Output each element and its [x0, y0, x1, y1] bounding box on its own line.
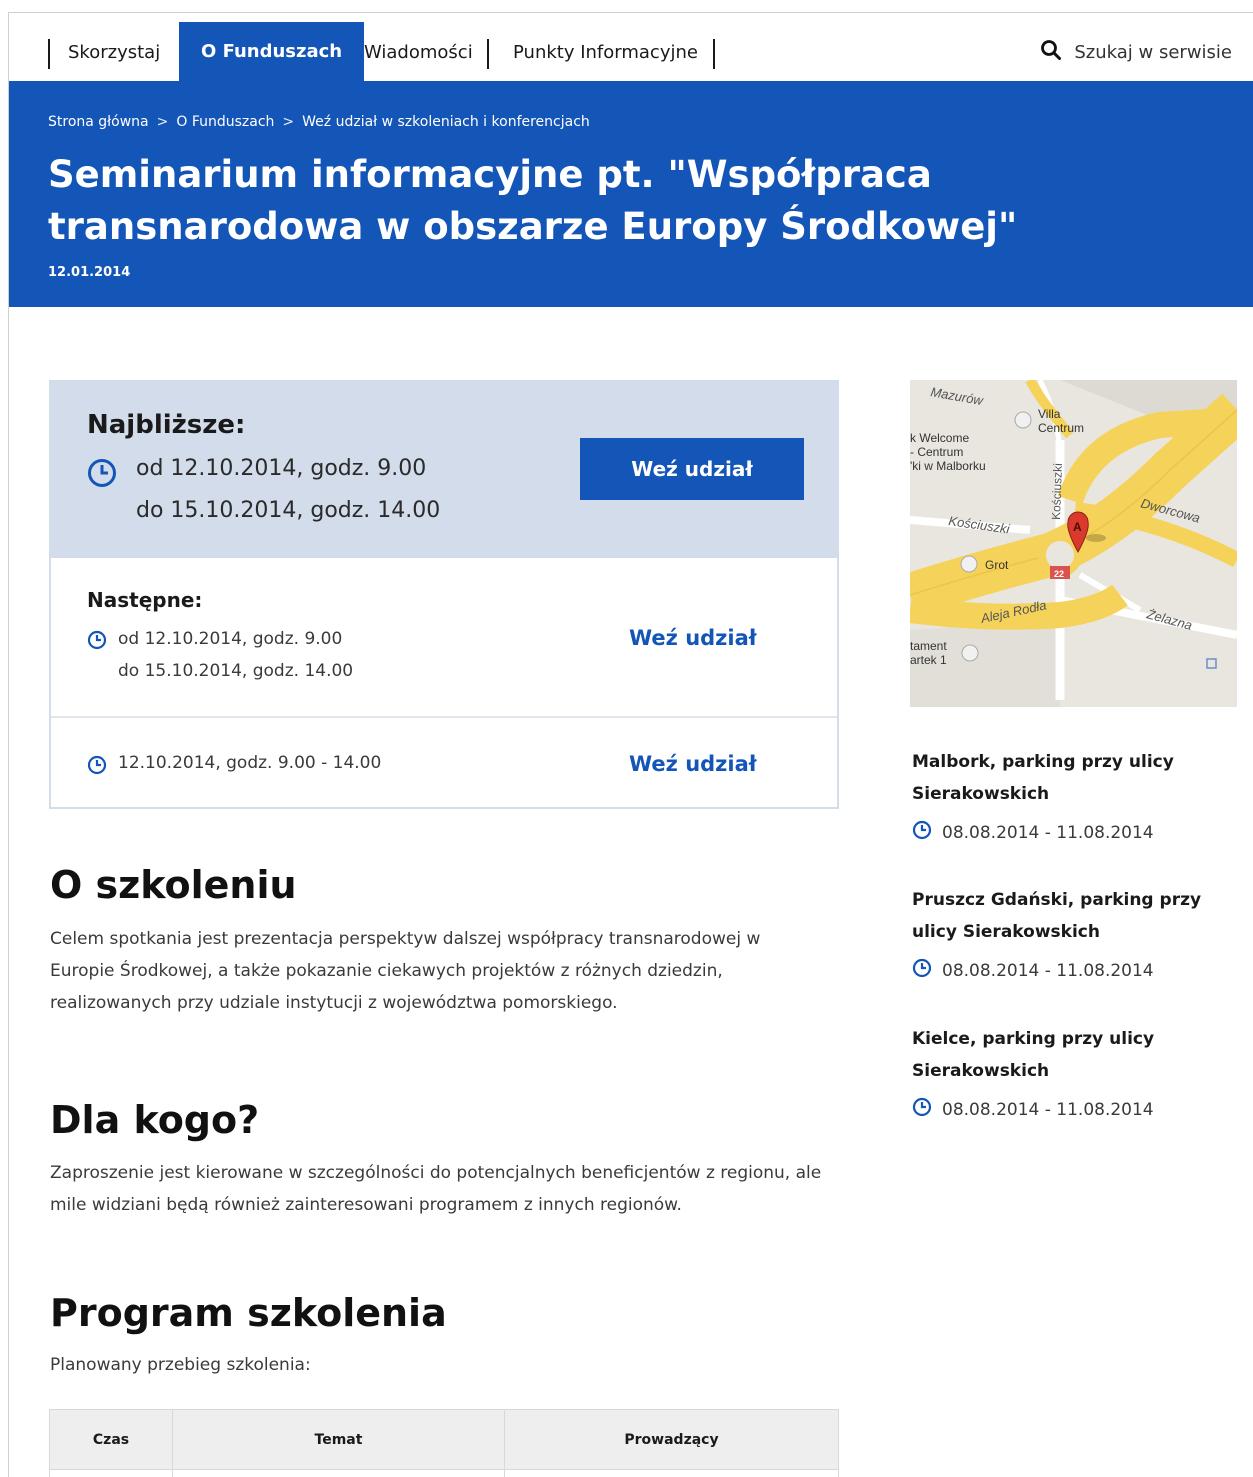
- about-heading: O szkoleniu: [50, 863, 297, 907]
- nav-item-o-funduszach[interactable]: O Funduszach: [179, 22, 365, 81]
- location-item[interactable]: Kielce, parking przy ulicy Sierakowskich…: [912, 1023, 1242, 1122]
- map-label: Centrum: [1038, 421, 1084, 435]
- event-other-time: 12.10.2014, godz. 9.00 - 14.00: [118, 753, 382, 773]
- map-label: 22: [1054, 569, 1064, 579]
- event-next-label: Następne:: [87, 588, 203, 612]
- location-date-text: 08.08.2014 - 11.08.2014: [942, 1099, 1154, 1120]
- map-label: Villa: [1038, 407, 1061, 421]
- breadcrumb-link-home[interactable]: Strona główna: [48, 114, 149, 130]
- nav-item-wiadomosci[interactable]: Wiadomości: [364, 23, 473, 81]
- event-primary-label: Najbliższe:: [87, 410, 246, 440]
- join-link[interactable]: Weź udział: [629, 752, 757, 776]
- clock-icon: [87, 458, 117, 492]
- map-label: Kościuszki: [1049, 463, 1065, 520]
- event-primary-end: do 15.10.2014, godz. 14.00: [136, 498, 441, 523]
- nav-divider: [713, 39, 715, 69]
- table-header-row: Czas Temat Prowadzący: [49, 1409, 839, 1470]
- column-header-temat: Temat: [172, 1409, 505, 1470]
- page-title: Seminarium informacyjne pt. "Współpraca …: [48, 153, 1018, 248]
- breadcrumb-link-szkolenia[interactable]: Weź udział w szkoleniach i konferencjach: [302, 114, 590, 130]
- map-label: 'ki w Malborku: [910, 459, 986, 473]
- page-frame: Skorzystaj O Funduszach Wiadomości Punkt…: [8, 12, 1253, 1477]
- clock-icon: [912, 958, 942, 983]
- map-label: k Welcome: [910, 431, 969, 445]
- nav-divider: [48, 39, 50, 69]
- audience-text: Zaproszenie jest kierowane w szczególnoś…: [50, 1163, 822, 1215]
- top-navigation: Skorzystaj O Funduszach Wiadomości Punkt…: [9, 13, 1253, 81]
- event-primary-start: od 12.10.2014, godz. 9.00: [136, 456, 427, 481]
- location-date-text: 08.08.2014 - 11.08.2014: [942, 822, 1154, 843]
- event-next-end: do 15.10.2014, godz. 14.00: [118, 661, 354, 681]
- join-button[interactable]: Weź udział: [580, 438, 804, 500]
- event-primary: Najbliższe: od 12.10.2014, godz. 9.00 do…: [51, 382, 837, 558]
- events-box: Najbliższe: od 12.10.2014, godz. 9.00 do…: [49, 380, 839, 809]
- location-map[interactable]: Mazurów Villa Centrum k Welcome - Centru…: [910, 380, 1237, 707]
- clock-icon: [87, 755, 107, 779]
- event-next: Następne: od 12.10.2014, godz. 9.00 do 1…: [51, 558, 837, 718]
- map-label: artek 1: [910, 653, 947, 667]
- map-marker-label: A: [1073, 520, 1082, 534]
- column-header-prowadzacy: Prowadzący: [504, 1409, 839, 1470]
- nav-item-skorzystaj[interactable]: Skorzystaj: [68, 23, 160, 81]
- about-text: Celem spotkania jest prezentacja perspek…: [50, 929, 761, 1013]
- search-link[interactable]: Szukaj w serwisie: [1040, 39, 1232, 66]
- clock-icon: [912, 820, 942, 845]
- clock-icon: [912, 1097, 942, 1122]
- location-item[interactable]: Pruszcz Gdański, parking przy ulicy Sier…: [912, 884, 1242, 983]
- breadcrumb-link-o-funduszach[interactable]: O Funduszach: [176, 114, 274, 130]
- search-label: Szukaj w serwisie: [1074, 42, 1232, 63]
- program-table: Czas Temat Prowadzący: [49, 1409, 839, 1477]
- search-icon: [1040, 39, 1074, 66]
- nav-item-punkty-informacyjne[interactable]: Punkty Informacyjne: [513, 23, 698, 81]
- page-date: 12.01.2014: [48, 265, 131, 280]
- program-intro: Planowany przebieg szkolenia:: [50, 1355, 311, 1375]
- join-link[interactable]: Weź udział: [629, 626, 757, 650]
- audience-heading: Dla kogo?: [50, 1098, 260, 1142]
- program-heading: Program szkolenia: [50, 1291, 447, 1335]
- map-label: - Centrum: [910, 445, 963, 459]
- location-item[interactable]: Malbork, parking przy ulicy Sierakowskic…: [912, 746, 1242, 845]
- event-next-start: od 12.10.2014, godz. 9.00: [118, 629, 343, 649]
- location-date: 08.08.2014 - 11.08.2014: [912, 958, 1242, 983]
- map-label: Grot: [985, 558, 1009, 572]
- location-date-text: 08.08.2014 - 11.08.2014: [942, 960, 1154, 981]
- breadcrumb-separator: >: [282, 114, 295, 130]
- map-label: tament: [910, 639, 947, 653]
- hero-banner: Strona główna > O Funduszach > Weź udzia…: [9, 81, 1253, 307]
- nav-divider: [487, 39, 489, 69]
- clock-icon: [87, 630, 107, 654]
- location-title: Malbork, parking przy ulicy Sierakowskic…: [912, 752, 1174, 804]
- breadcrumb-separator: >: [156, 114, 169, 130]
- column-header-czas: Czas: [49, 1409, 173, 1470]
- location-date: 08.08.2014 - 11.08.2014: [912, 820, 1242, 845]
- breadcrumb: Strona główna > O Funduszach > Weź udzia…: [48, 114, 590, 130]
- table-row: [49, 1469, 839, 1477]
- location-title: Pruszcz Gdański, parking przy ulicy Sier…: [912, 890, 1202, 942]
- location-title: Kielce, parking przy ulicy Sierakowskich: [912, 1029, 1155, 1081]
- event-other: 12.10.2014, godz. 9.00 - 14.00 Weź udzia…: [51, 719, 837, 807]
- location-date: 08.08.2014 - 11.08.2014: [912, 1097, 1242, 1122]
